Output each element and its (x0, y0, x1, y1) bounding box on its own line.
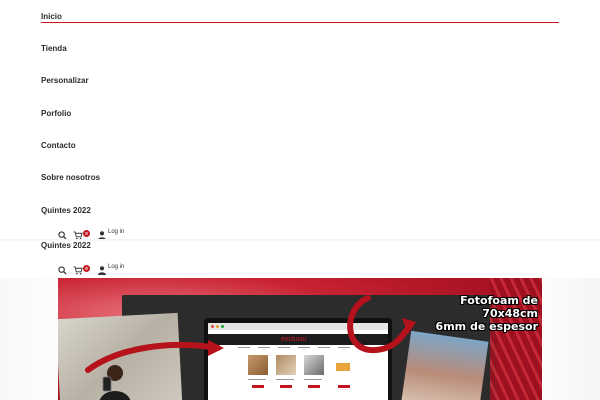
nav-inicio[interactable]: Inicio (41, 12, 62, 21)
nav-personalizar[interactable]: Personalizar (41, 76, 89, 85)
nav-quintes-2022[interactable]: Quintes 2022 (41, 206, 91, 215)
cart-count-badge: 0 (83, 230, 90, 237)
promo-line-3: 6mm de espesor (435, 320, 538, 333)
active-menu-underline (41, 22, 559, 23)
promo-text: Fotofoam de 70x48cm 6mm de espesor (428, 294, 538, 333)
sticky-header-actions: 0 Log in (58, 262, 258, 275)
nav-tienda[interactable]: Tienda (41, 44, 67, 53)
cart-count-badge: 0 (83, 265, 90, 272)
login-link[interactable]: Log in (108, 229, 124, 235)
promo-line-2: 70x48cm (482, 307, 538, 320)
nav-sobre-nosotros[interactable]: Sobre nosotros (41, 173, 100, 182)
promo-line-1: Fotofoam de (460, 294, 538, 307)
header-actions: 0 Log in (58, 227, 258, 240)
user-icon[interactable] (98, 227, 106, 245)
login-link[interactable]: Log in (108, 264, 124, 270)
nav-contacto[interactable]: Contacto (41, 141, 76, 150)
nav-quintes-2022-sticky[interactable]: Quintes 2022 (41, 241, 91, 250)
hero-banner[interactable]: exclusiu Fotofoam de 70x48cm 6mm de espe… (58, 278, 542, 400)
nav-porfolio[interactable]: Porfolio (41, 109, 71, 118)
